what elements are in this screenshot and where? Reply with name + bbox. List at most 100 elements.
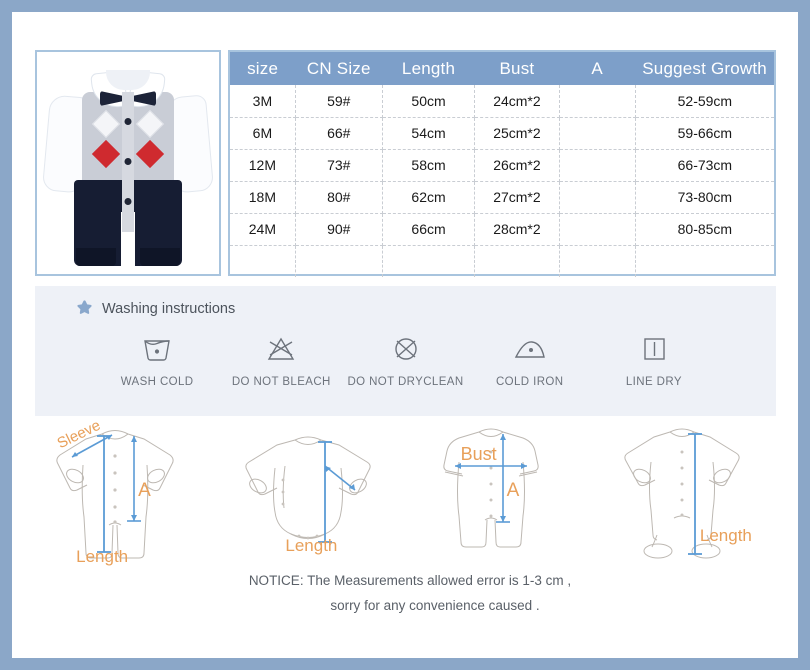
diagram-long-sleeve-bodysuit: Length: [225, 418, 400, 568]
care-item-do-not-bleach: DO NOT BLEACH: [219, 332, 343, 388]
table-row: 12M 73# 58cm 26cm*2 66-73cm: [230, 149, 774, 182]
table-header-row: size CN Size Length Bust A Suggest Growt…: [230, 52, 774, 85]
measurement-diagrams: Sleeve A Length Length Bust A Length: [35, 417, 776, 568]
cell-a: [559, 181, 636, 214]
column-header-a: A: [559, 52, 636, 85]
cell-length: 54cm: [382, 117, 476, 150]
care-label: DO NOT DRYCLEAN: [347, 376, 464, 388]
care-label: COLD IRON: [495, 376, 564, 388]
romper-button: [124, 118, 132, 125]
table-row-empty: [230, 245, 774, 277]
washing-title-text: Washing instructions: [102, 300, 236, 317]
cell-size: 6M: [230, 117, 296, 150]
cell-size: 18M: [230, 181, 296, 214]
care-label: LINE DRY: [625, 376, 682, 388]
diagram-short-sleeve-romper: Bust A: [411, 418, 586, 568]
short-sleeve-romper-drawing: [442, 428, 539, 548]
romper-cuff: [76, 248, 116, 266]
cell-length: 58cm: [382, 149, 476, 182]
star-icon: [77, 300, 92, 314]
cell-size: 24M: [230, 213, 296, 246]
cell-cn-size: 59#: [295, 85, 383, 118]
cell-length: 50cm: [382, 85, 476, 118]
cell-a: [559, 117, 636, 150]
top-section: size CN Size Length Bust A Suggest Growt…: [12, 12, 798, 277]
size-table: size CN Size Length Bust A Suggest Growt…: [230, 52, 774, 277]
label-length: Length: [285, 536, 338, 555]
cell-length: [382, 245, 476, 277]
size-table-container: size CN Size Length Bust A Suggest Growt…: [228, 50, 776, 277]
wash-cold-icon: [140, 332, 174, 366]
cell-size: [230, 245, 296, 277]
column-header-length: Length: [382, 52, 475, 85]
notice-line-2: sorry for any convenience caused .: [330, 598, 540, 613]
table-row: 3M 59# 50cm 24cm*2 52-59cm: [230, 85, 774, 118]
cell-length: 62cm: [382, 181, 476, 214]
washing-instructions-title: Washing instructions: [75, 299, 235, 318]
size-table-body: 3M 59# 50cm 24cm*2 52-59cm 6M 66# 54cm 2…: [230, 85, 774, 277]
cell-suggest-growth: 80-85cm: [635, 213, 774, 246]
care-label: WASH COLD: [120, 376, 194, 388]
care-item-line-dry: LINE DRY: [592, 332, 716, 388]
line-dry-icon: [639, 332, 669, 366]
cell-a: [559, 85, 636, 118]
cell-cn-size: 90#: [295, 213, 383, 246]
diagram-footed-romper: Length: [596, 418, 771, 568]
cell-a: [559, 245, 636, 277]
column-header-size: size: [230, 52, 296, 85]
romper-button: [124, 158, 132, 165]
cell-cn-size: [295, 245, 383, 277]
cell-suggest-growth: [635, 245, 774, 277]
cell-bust: 24cm*2: [474, 85, 560, 118]
label-bust: Bust: [460, 444, 497, 464]
argyle-diamond: [135, 109, 165, 139]
cell-suggest-growth: 66-73cm: [635, 149, 774, 182]
romper-button: [124, 198, 132, 205]
table-row: 24M 90# 66cm 28cm*2 80-85cm: [230, 213, 774, 246]
notice-line-1: NOTICE: The Measurements allowed error i…: [248, 573, 572, 588]
diagram-long-sleeve-romper: Sleeve A Length: [40, 417, 215, 568]
argyle-diamond: [91, 139, 121, 169]
column-header-cn-size: CN Size: [295, 52, 383, 85]
washing-instructions-section: Washing instructions WASH COLD DO NOT BL…: [35, 286, 776, 416]
cell-suggest-growth: 52-59cm: [635, 85, 774, 118]
cell-bust: [474, 245, 560, 277]
product-photo: [41, 56, 215, 270]
care-item-wash-cold: WASH COLD: [95, 332, 219, 388]
cell-a: [559, 149, 636, 182]
cell-bust: 25cm*2: [474, 117, 560, 150]
cell-bust: 27cm*2: [474, 181, 560, 214]
cell-cn-size: 80#: [295, 181, 383, 214]
argyle-diamond: [91, 109, 121, 139]
notice-block: NOTICE: The Measurements allowed error i…: [12, 568, 798, 618]
label-a: A: [138, 480, 151, 501]
cell-suggest-growth: 59-66cm: [635, 117, 774, 150]
cell-size: 3M: [230, 85, 296, 118]
cell-bust: 28cm*2: [474, 213, 560, 246]
care-label: DO NOT BLEACH: [231, 376, 331, 388]
table-row: 18M 80# 62cm 27cm*2 73-80cm: [230, 181, 774, 214]
care-symbols-row: WASH COLD DO NOT BLEACH DO NOT DRYCLEAN …: [35, 332, 776, 388]
care-item-do-not-dryclean: DO NOT DRYCLEAN: [343, 332, 467, 388]
product-photo-frame: [35, 50, 221, 276]
cell-length: 66cm: [382, 213, 476, 246]
care-item-cold-iron: COLD IRON: [468, 332, 592, 388]
cell-bust: 26cm*2: [474, 149, 560, 182]
cell-cn-size: 66#: [295, 117, 383, 150]
cell-size: 12M: [230, 149, 296, 182]
do-not-dryclean-icon: [389, 332, 423, 366]
label-a: A: [506, 480, 520, 501]
do-not-bleach-icon: [264, 332, 298, 366]
label-length: Length: [699, 526, 752, 545]
cell-suggest-growth: 73-80cm: [635, 181, 774, 214]
size-chart-page: size CN Size Length Bust A Suggest Growt…: [12, 12, 798, 658]
cold-iron-icon: [512, 332, 548, 366]
column-header-suggest-growth: Suggest Growth: [635, 52, 774, 85]
table-row: 6M 66# 54cm 25cm*2 59-66cm: [230, 117, 774, 150]
romper-cuff: [140, 248, 180, 266]
column-header-bust: Bust: [474, 52, 560, 85]
romper-illustration: [41, 62, 215, 268]
argyle-diamond: [135, 139, 165, 169]
cell-cn-size: 73#: [295, 149, 383, 182]
cell-a: [559, 213, 636, 246]
